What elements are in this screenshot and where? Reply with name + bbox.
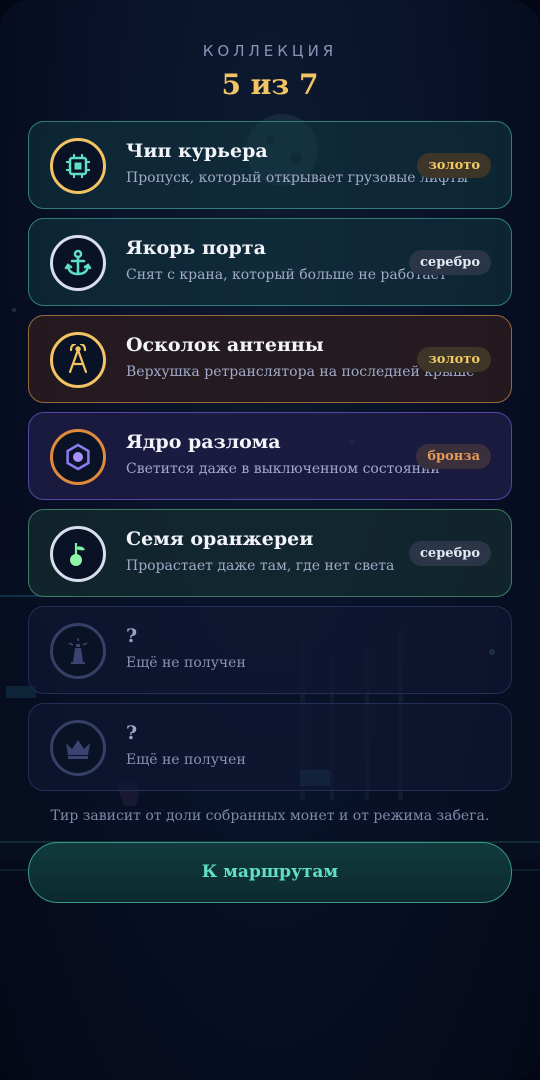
- collection-item-antenna-shard[interactable]: Осколок антенны Верхушка ретранслятора н…: [28, 315, 512, 403]
- collection-item-greenhouse-seed[interactable]: Семя оранжереи Прорастает даже там, где …: [28, 509, 512, 597]
- core-hexagon-icon: [50, 429, 106, 485]
- item-description: Пропуск, который открывает грузовые лифт…: [126, 170, 469, 186]
- anchor-icon: [50, 235, 106, 291]
- chip-icon: [50, 138, 106, 194]
- collection-screen: КОЛЛЕКЦИЯ 5 из 7 Чип курьера Пропуск, ко…: [0, 0, 540, 1080]
- seed-sprout-icon: [50, 526, 106, 582]
- item-title: Ядро разлома: [126, 431, 281, 453]
- collection-item-courier-chip[interactable]: Чип курьера Пропуск, который открывает г…: [28, 121, 512, 209]
- tier-badge-gold: золото: [417, 347, 491, 372]
- item-title: Чип курьера: [126, 140, 268, 162]
- collection-item-port-anchor[interactable]: Якорь порта Снят с крана, который больше…: [28, 218, 512, 306]
- item-description: Ещё не получен: [126, 752, 246, 768]
- tier-badge-bronze: бронза: [416, 444, 491, 469]
- collection-item-rift-core[interactable]: Ядро разлома Светится даже в выключенном…: [28, 412, 512, 500]
- collection-item-locked[interactable]: ? Ещё не получен: [28, 703, 512, 791]
- item-title: Якорь порта: [126, 237, 266, 259]
- item-description: Светится даже в выключенном состоянии: [126, 461, 440, 477]
- item-description: Снят с крана, который больше не работает: [126, 267, 447, 283]
- to-routes-button[interactable]: К маршрутам: [28, 842, 512, 903]
- tier-badge-silver: серебро: [409, 250, 491, 275]
- collection-title: КОЛЛЕКЦИЯ: [202, 42, 338, 60]
- item-title: ?: [126, 722, 138, 744]
- lighthouse-icon: [50, 623, 106, 679]
- item-title: Осколок антенны: [126, 334, 324, 356]
- antenna-icon: [50, 332, 106, 388]
- crown-icon: [50, 720, 106, 776]
- collection-progress: 5 из 7: [221, 68, 319, 101]
- item-description: Прорастает даже там, где нет света: [126, 558, 395, 574]
- tier-hint-text: Тир зависит от доли собранных монет и от…: [50, 808, 490, 824]
- tier-badge-gold: золото: [417, 153, 491, 178]
- item-title: Семя оранжереи: [126, 528, 314, 550]
- collection-item-locked[interactable]: ? Ещё не получен: [28, 606, 512, 694]
- tier-badge-silver: серебро: [409, 541, 491, 566]
- item-title: ?: [126, 625, 138, 647]
- item-description: Ещё не получен: [126, 655, 246, 671]
